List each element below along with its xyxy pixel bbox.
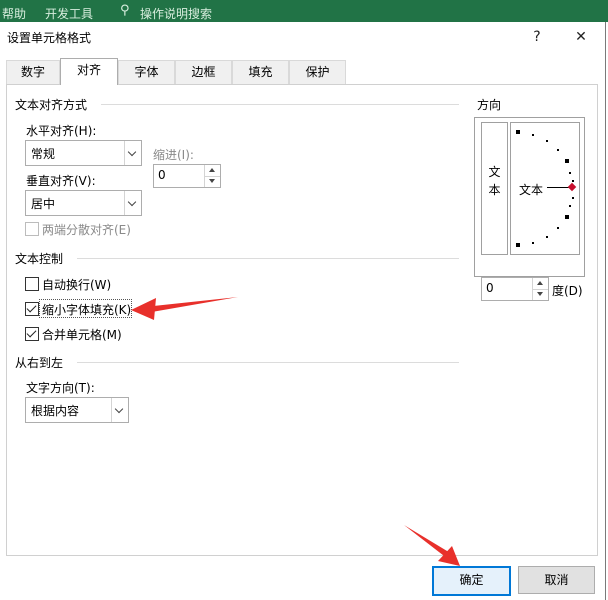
dial-text: 文本 bbox=[519, 183, 544, 197]
help-button[interactable]: ? bbox=[517, 25, 557, 49]
dial-mark bbox=[532, 242, 534, 244]
horizontal-align-value: 常规 bbox=[31, 147, 56, 161]
indent-label: 缩进(I): bbox=[153, 148, 194, 162]
vertical-text-button[interactable]: 文 本 bbox=[481, 122, 508, 255]
degree-spinner[interactable]: 0 bbox=[481, 277, 549, 301]
dial-mark bbox=[557, 149, 559, 151]
tab-protection[interactable]: 保护 bbox=[289, 60, 346, 84]
indent-value[interactable]: 0 bbox=[158, 168, 166, 182]
tab-font[interactable]: 字体 bbox=[118, 60, 175, 84]
dialog-title: 设置单元格格式 bbox=[7, 31, 92, 45]
dial-mark bbox=[546, 140, 548, 142]
orientation-dial[interactable]: 文本 bbox=[510, 122, 580, 255]
vertical-text-char: 本 bbox=[488, 183, 501, 197]
text-direction-label: 文字方向(T): bbox=[26, 381, 95, 395]
chevron-down-icon[interactable] bbox=[124, 191, 141, 215]
dial-mark bbox=[569, 172, 571, 174]
dial-mark-90 bbox=[516, 130, 520, 134]
distributed-label: 两端分散对齐(E) bbox=[42, 223, 131, 237]
degree-spin-buttons bbox=[532, 278, 548, 300]
spin-down-icon[interactable] bbox=[205, 176, 220, 187]
shrink-to-fit-checkbox[interactable] bbox=[25, 302, 39, 316]
indent-spin-buttons bbox=[204, 165, 220, 187]
wrap-text-checkbox[interactable] bbox=[25, 277, 39, 291]
tab-alignment[interactable]: 对齐 bbox=[60, 58, 118, 85]
ribbon-tab-help[interactable]: 帮助 bbox=[2, 5, 26, 22]
ok-button[interactable]: 确定 bbox=[432, 566, 511, 596]
vertical-text-char: 文 bbox=[488, 165, 501, 179]
degree-label: 度(D) bbox=[552, 284, 583, 298]
dialog-titlebar[interactable]: 设置单元格格式 ? ✕ bbox=[0, 22, 605, 52]
text-alignment-section-label: 文本对齐方式 bbox=[15, 98, 88, 112]
spin-down-icon[interactable] bbox=[533, 289, 548, 300]
text-direction-value: 根据内容 bbox=[31, 404, 80, 418]
dial-handle-icon[interactable] bbox=[567, 182, 577, 192]
ribbon-tell-me[interactable]: 操作说明搜索 bbox=[140, 5, 212, 22]
dial-mark bbox=[546, 236, 548, 238]
section-divider bbox=[101, 104, 459, 105]
wrap-text-label: 自动换行(W) bbox=[42, 278, 112, 292]
tab-border[interactable]: 边框 bbox=[175, 60, 232, 84]
merge-cells-label: 合并单元格(M) bbox=[42, 328, 122, 342]
tab-number[interactable]: 数字 bbox=[6, 60, 60, 84]
chevron-down-icon[interactable] bbox=[124, 141, 141, 165]
orientation-section-label: 方向 bbox=[477, 98, 502, 112]
merge-cells-checkbox[interactable] bbox=[25, 327, 39, 341]
indent-spinner[interactable]: 0 bbox=[153, 164, 221, 188]
excel-ribbon-strip: 帮助 开发工具 ⚲ 操作说明搜索 bbox=[0, 0, 608, 22]
orientation-box: 文 本 文本 bbox=[474, 117, 585, 277]
dial-mark-neg45 bbox=[565, 215, 569, 219]
dial-needle bbox=[547, 187, 569, 188]
tab-fill[interactable]: 填充 bbox=[232, 60, 289, 84]
shrink-to-fit-label: 缩小字体填充(K) bbox=[42, 303, 132, 317]
close-icon[interactable]: ✕ bbox=[561, 25, 601, 49]
dial-mark bbox=[572, 180, 574, 182]
alignment-panel: 文本对齐方式 水平对齐(H): 常规 缩进(I): 0 垂直对齐(V): 居中 … bbox=[6, 84, 598, 556]
vertical-align-select[interactable]: 居中 bbox=[25, 190, 142, 216]
rtl-section-label: 从右到左 bbox=[15, 356, 64, 370]
horizontal-align-select[interactable]: 常规 bbox=[25, 140, 142, 166]
chevron-down-icon[interactable] bbox=[111, 398, 128, 422]
dial-mark-45 bbox=[565, 159, 569, 163]
section-divider bbox=[77, 362, 459, 363]
dial-mark bbox=[572, 197, 574, 199]
vertical-align-label: 垂直对齐(V): bbox=[26, 174, 96, 188]
degree-value[interactable]: 0 bbox=[486, 281, 494, 295]
dial-mark bbox=[557, 227, 559, 229]
search-icon: ⚲ bbox=[120, 3, 130, 18]
section-divider bbox=[77, 258, 459, 259]
dial-mark bbox=[532, 134, 534, 136]
text-control-section-label: 文本控制 bbox=[15, 252, 64, 266]
cancel-button[interactable]: 取消 bbox=[518, 566, 595, 594]
format-cells-dialog: 设置单元格格式 ? ✕ 数字 对齐 字体 边框 填充 保护 文本对齐方式 水平对… bbox=[0, 22, 606, 600]
text-direction-select[interactable]: 根据内容 bbox=[25, 397, 129, 423]
dial-mark bbox=[569, 205, 571, 207]
vertical-align-value: 居中 bbox=[31, 197, 56, 211]
dial-mark-neg90 bbox=[516, 243, 520, 247]
horizontal-align-label: 水平对齐(H): bbox=[26, 124, 97, 138]
ribbon-tab-developer[interactable]: 开发工具 bbox=[45, 5, 93, 22]
distributed-checkbox[interactable] bbox=[25, 222, 39, 236]
